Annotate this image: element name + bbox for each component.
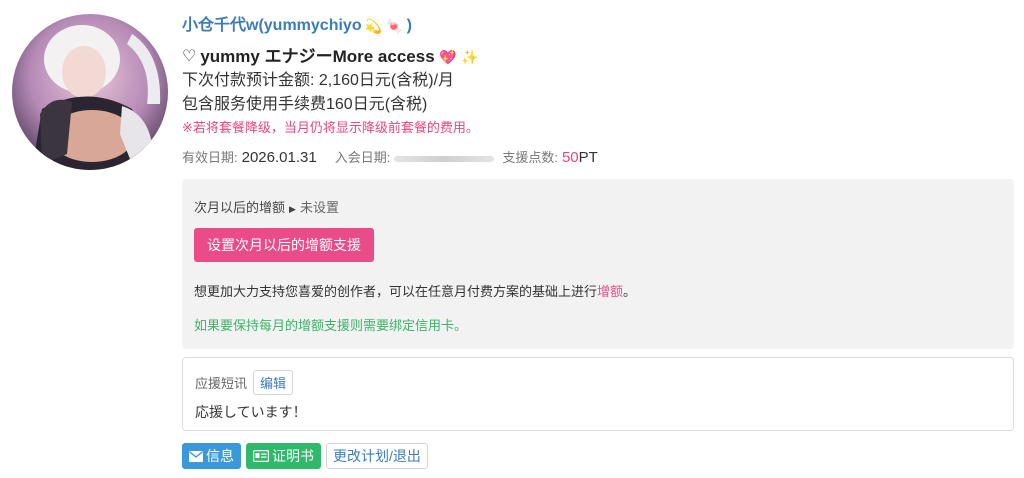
upgrade-link[interactable]: 增额 — [597, 284, 623, 299]
plan-title: ♡ yummy エナジーMore access 💖 ✨ — [182, 46, 1014, 68]
creator-name-link[interactable]: 小仓千代w(yummychiyo 💫 🍬 ) — [182, 14, 1014, 38]
valid-date-value: 2026.01.31 — [241, 149, 317, 166]
upgrade-desc-end: 。 — [623, 284, 637, 299]
support-message-header: 应援短讯 编辑 — [195, 370, 294, 395]
change-plan-button[interactable]: 更改计划/退出 — [326, 443, 428, 469]
support-points-unit: PT — [578, 149, 598, 166]
action-buttons: 信息 证明书 更改计划/退出 — [182, 443, 428, 469]
upgrade-status-label: 次月以后的增额 — [194, 200, 286, 215]
sparkles-emoji-icon: ✨ — [460, 49, 479, 65]
dizzy-emoji-icon: 💫 — [364, 18, 383, 34]
message-button[interactable]: 信息 — [182, 443, 241, 469]
join-date-label: 入会日期: — [334, 150, 391, 165]
envelope-icon — [189, 450, 203, 462]
creator-name[interactable]: 小仓千代w(yummychiyo — [182, 15, 362, 37]
support-message-box: 应援短讯 编辑 応援しています！ — [182, 357, 1014, 431]
id-card-icon — [253, 450, 269, 462]
support-message-text: 応援しています！ — [195, 404, 307, 420]
plan-name: yummy エナジーMore access — [200, 47, 435, 66]
next-payment-amount: 下次付款预计金额: 2,160日元(含税)/月 — [182, 72, 455, 89]
creator-avatar[interactable] — [12, 14, 168, 170]
upgrade-desc-text: 想更加大力支持您喜爱的创作者，可以在任意月付费方案的基础上进行 — [194, 284, 598, 299]
avatar-image — [12, 14, 168, 170]
valid-date-label: 有效日期: — [182, 150, 238, 165]
edit-message-button[interactable]: 编辑 — [253, 370, 294, 395]
message-button-label: 信息 — [206, 448, 234, 464]
upgrade-status-value: 未设置 — [299, 200, 339, 215]
heart-emoji-icon: 💖 — [438, 49, 457, 65]
heart-outline-icon: ♡ — [182, 48, 197, 65]
service-fee: 包含服务使用手续费160日元(含税) — [182, 96, 428, 113]
creator-name-suffix: ) — [406, 17, 412, 34]
support-points-value: 50 — [561, 149, 579, 166]
membership-card: 小仓千代w(yummychiyo 💫 🍬 ) ♡ yummy エナジーMore … — [182, 14, 1014, 469]
upgrade-description: 想更加大力支持您喜爱的创作者，可以在任意月付费方案的基础上进行增额。 — [194, 281, 636, 300]
set-upgrade-button[interactable]: 设置次月以后的增额支援 — [194, 228, 374, 262]
upgrade-status: 次月以后的增额 ▶ 未设置 — [194, 197, 339, 216]
support-points-label: 支援点数: — [502, 150, 558, 165]
certificate-button-label: 证明书 — [272, 448, 314, 464]
upgrade-panel: 次月以后的增额 ▶ 未设置 设置次月以后的增额支援 想更加大力支持您喜爱的创作者，可… — [182, 179, 1014, 349]
caret-right-icon: ▶ — [289, 204, 296, 214]
membership-meta: 有效日期: 2026.01.31 入会日期: 支援点数: 50PT — [182, 148, 1014, 168]
certificate-button[interactable]: 证明书 — [246, 443, 321, 469]
join-date-redacted — [394, 156, 495, 162]
change-plan-button-label: 更改计划/退出 — [333, 448, 421, 464]
support-message-label: 应援短讯 — [195, 376, 248, 391]
downgrade-note: ※若将套餐降级，当月仍将显示降级前套餐的费用。 — [182, 120, 479, 135]
candy-emoji-icon: 🍬 — [385, 18, 404, 34]
credit-card-note: 如果要保持每月的增额支援则需要绑定信用卡。 — [194, 318, 468, 333]
